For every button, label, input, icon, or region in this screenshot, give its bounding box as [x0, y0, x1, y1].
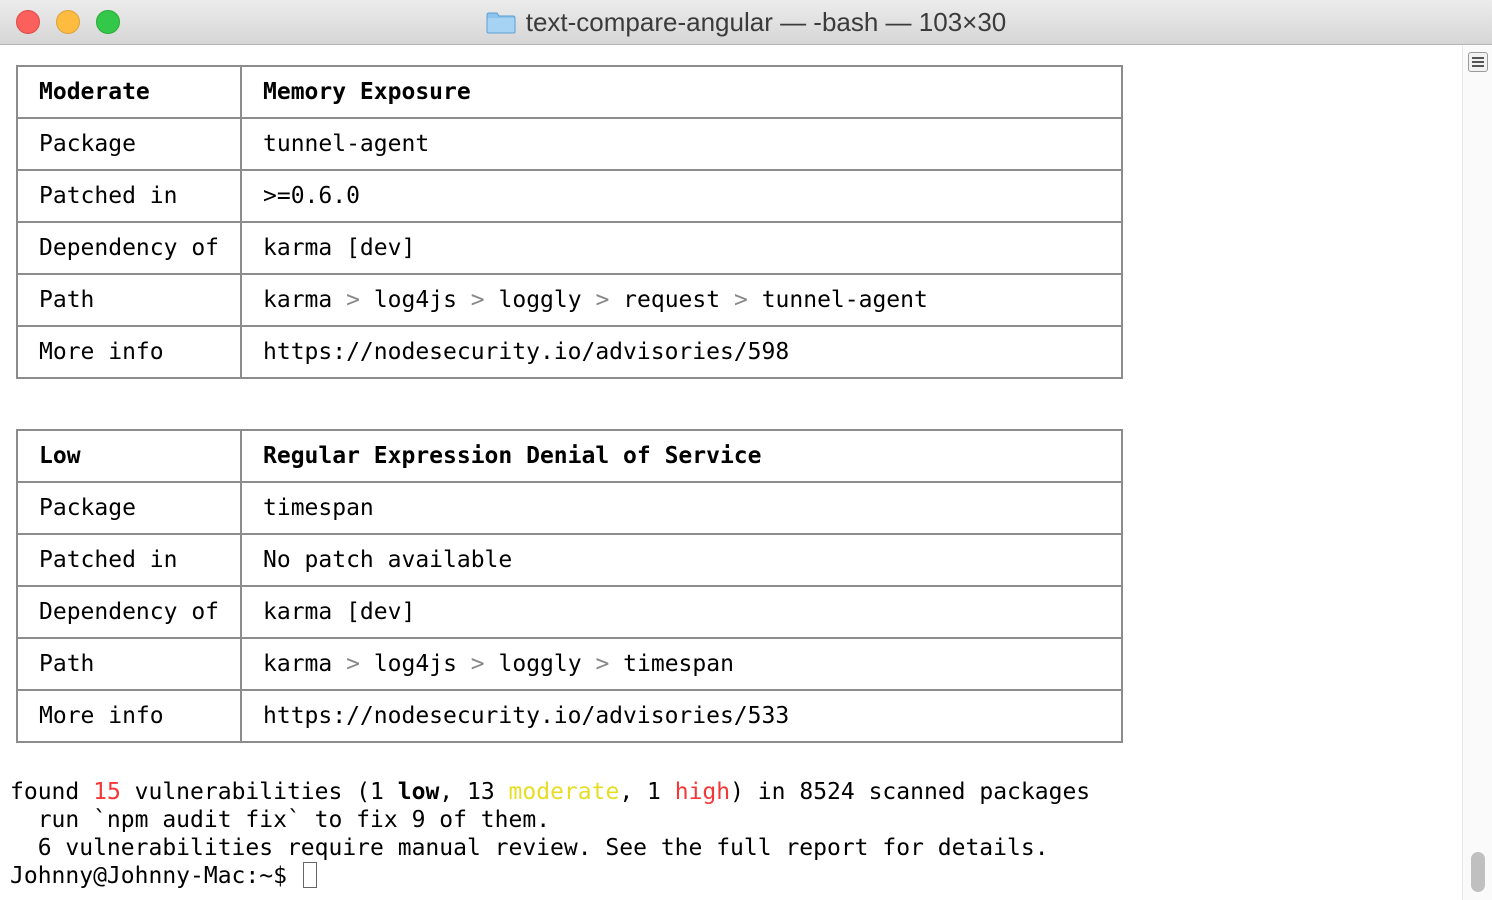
- advisory-table-low: Low Regular Expression Denial of Service…: [16, 429, 1123, 743]
- table-row: Patched in No patch available: [16, 533, 1123, 587]
- title-bar: text-compare-angular — -bash — 103×30: [0, 0, 1492, 45]
- path-value: karma > log4js > loggly > timespan: [240, 637, 1123, 691]
- summary-line: found 15 vulnerabilities (1 low, 13 mode…: [10, 778, 1090, 806]
- row-label: More info: [16, 325, 242, 379]
- split-pane-icon[interactable]: [1468, 52, 1488, 72]
- vertical-scrollbar[interactable]: [1462, 46, 1492, 900]
- row-label: Path: [16, 637, 242, 691]
- path-segment: loggly: [498, 651, 582, 677]
- prompt-line[interactable]: Johnny@Johnny-Mac:~$: [10, 861, 317, 890]
- table-row: Dependency of karma [dev]: [16, 585, 1123, 639]
- table-row: More info https://nodesecurity.io/adviso…: [16, 325, 1123, 379]
- row-label: Path: [16, 273, 242, 327]
- table-row: Package tunnel-agent: [16, 117, 1123, 171]
- more-info-link[interactable]: https://nodesecurity.io/advisories/598: [240, 325, 1123, 379]
- advisory-header-row: Low Regular Expression Denial of Service: [16, 429, 1123, 483]
- summary-total: 15: [93, 779, 121, 805]
- summary-high: high: [674, 779, 731, 805]
- fix-hint-line: run `npm audit fix` to fix 9 of them.: [10, 807, 551, 833]
- advisory-title: Memory Exposure: [240, 65, 1123, 119]
- row-value: >=0.6.0: [240, 169, 1123, 223]
- folder-icon: [486, 12, 516, 34]
- table-row: Dependency of karma [dev]: [16, 221, 1123, 275]
- summary-low: low: [397, 779, 440, 805]
- row-value: karma [dev]: [240, 585, 1123, 639]
- row-value: No patch available: [240, 533, 1123, 587]
- row-label: Dependency of: [16, 221, 242, 275]
- path-value: karma > log4js > loggly > request > tunn…: [240, 273, 1123, 327]
- row-label: More info: [16, 689, 242, 743]
- table-row: Package timespan: [16, 481, 1123, 535]
- manual-review-line: 6 vulnerabilities require manual review.…: [10, 835, 1049, 861]
- row-label: Patched in: [16, 533, 242, 587]
- path-segment: log4js: [373, 651, 457, 677]
- row-label: Patched in: [16, 169, 242, 223]
- path-separator: >: [595, 287, 610, 313]
- advisory-title: Regular Expression Denial of Service: [240, 429, 1123, 483]
- window-title-container: text-compare-angular — -bash — 103×30: [0, 0, 1492, 45]
- path-separator: >: [470, 287, 485, 313]
- summary-low-count: 1: [370, 779, 398, 805]
- summary-sep: , 13: [439, 779, 509, 805]
- more-info-link[interactable]: https://nodesecurity.io/advisories/533: [240, 689, 1123, 743]
- advisory-table-moderate: Moderate Memory Exposure Package tunnel-…: [16, 65, 1123, 379]
- table-row: Path karma > log4js > loggly > timespan: [16, 637, 1123, 691]
- table-row: Patched in >=0.6.0: [16, 169, 1123, 223]
- row-value: tunnel-agent: [240, 117, 1123, 171]
- text-cursor: [302, 861, 317, 888]
- path-segment: karma: [263, 651, 333, 677]
- path-segment: timespan: [623, 651, 734, 677]
- path-segment: request: [623, 287, 721, 313]
- summary-found: found: [10, 779, 94, 805]
- severity-label: Moderate: [16, 65, 242, 119]
- row-label: Dependency of: [16, 585, 242, 639]
- table-row: More info https://nodesecurity.io/adviso…: [16, 689, 1123, 743]
- path-segment: loggly: [498, 287, 582, 313]
- row-label: Package: [16, 481, 242, 535]
- path-segment: tunnel-agent: [761, 287, 928, 313]
- window-title: text-compare-angular — -bash — 103×30: [525, 7, 1007, 37]
- summary-moderate: moderate: [508, 779, 620, 805]
- path-segment: karma: [263, 287, 333, 313]
- path-separator: >: [346, 651, 360, 677]
- row-value: timespan: [240, 481, 1123, 535]
- summary-tail: ) in 8524 scanned packages: [730, 779, 1091, 805]
- severity-label: Low: [16, 429, 242, 483]
- path-separator: >: [470, 651, 485, 677]
- scrollbar-thumb[interactable]: [1471, 852, 1485, 892]
- summary-sep: , 1: [619, 779, 675, 805]
- advisory-header-row: Moderate Memory Exposure: [16, 65, 1123, 119]
- path-separator: >: [346, 287, 360, 313]
- path-separator: >: [733, 287, 748, 313]
- shell-prompt: Johnny@Johnny-Mac:~$: [10, 863, 301, 889]
- summary-vulns: vulnerabilities (: [120, 779, 371, 805]
- row-label: Package: [16, 117, 242, 171]
- row-value: karma [dev]: [240, 221, 1123, 275]
- path-separator: >: [595, 651, 610, 677]
- table-row: Path karma > log4js > loggly > request >…: [16, 273, 1123, 327]
- path-segment: log4js: [373, 287, 457, 313]
